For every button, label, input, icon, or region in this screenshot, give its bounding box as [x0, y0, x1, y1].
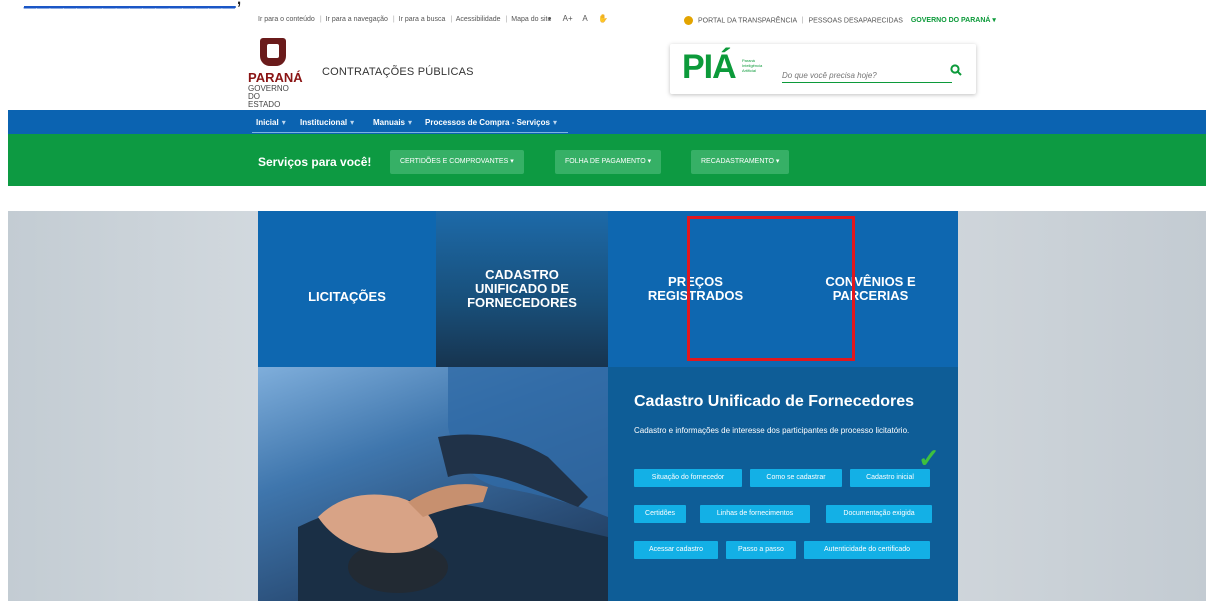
- accessibility-link[interactable]: Acessibilidade: [456, 16, 501, 23]
- tile-licitacoes[interactable]: LICITAÇÕES: [258, 211, 436, 375]
- tile-convenios-parcerias[interactable]: CONVÊNIOS E PARCERIAS: [783, 211, 958, 367]
- skip-to-content-link[interactable]: Ir para o conteúdo: [258, 16, 315, 23]
- logo-state: PARANÁ: [248, 70, 303, 85]
- pia-logo: PIÁ: [682, 48, 737, 86]
- certificates-button[interactable]: Certidões: [634, 505, 686, 523]
- font-default-button[interactable]: A: [582, 14, 587, 23]
- certificates-dropdown-button[interactable]: CERTIDÕES E COMPROVANTES ▾: [390, 150, 524, 174]
- nav-underline: [252, 132, 568, 133]
- required-documents-button[interactable]: Documentação exigida: [826, 505, 932, 523]
- contrast-icon[interactable]: ◐: [548, 14, 553, 23]
- accessibility-tools: ◐ A+ A ✋: [548, 14, 616, 23]
- document-fragment: ________________ ,: [0, 0, 1214, 10]
- skip-to-nav-link[interactable]: Ir para a navegação: [326, 16, 388, 23]
- coat-of-arms-icon: [260, 38, 286, 66]
- re-registration-dropdown-button[interactable]: RECADASTRAMENTO ▾: [691, 150, 790, 174]
- nav-item-processos[interactable]: Processos de Compra - Serviços ▾: [425, 118, 557, 127]
- hero-section: LICITAÇÕES CADASTRO UNIFICADO DE FORNECE…: [8, 211, 1206, 601]
- hand-on-mouse-photo: [258, 367, 608, 601]
- parana-logo[interactable]: PARANÁ GOVERNO DO ESTADO: [248, 38, 310, 109]
- font-increase-button[interactable]: A+: [563, 14, 573, 23]
- services-title: Serviços para você!: [258, 155, 372, 169]
- transparency-icon: [684, 16, 693, 25]
- search-input[interactable]: [782, 68, 952, 83]
- government-menu[interactable]: GOVERNO DO PARANÁ ▾: [911, 17, 996, 24]
- document-link[interactable]: ________________: [24, 0, 236, 10]
- nav-item-institucional[interactable]: Institucional ▾: [300, 118, 354, 127]
- search-icon[interactable]: [950, 64, 962, 76]
- supply-lines-button[interactable]: Linhas de fornecimentos: [700, 505, 810, 523]
- how-to-register-button[interactable]: Como se cadastrar: [750, 469, 842, 487]
- panel-description: Cadastro e informações de interesse dos …: [634, 426, 910, 435]
- photo-illustration: [298, 367, 608, 601]
- skip-to-search-link[interactable]: Ir para a busca: [399, 16, 446, 23]
- category-tiles: LICITAÇÕES CADASTRO UNIFICADO DE FORNECE…: [258, 211, 958, 370]
- nav-item-manuais[interactable]: Manuais ▾: [373, 118, 412, 127]
- utility-bar: Ir para o conteúdo | Ir para a navegação |…: [8, 10, 1206, 32]
- supplier-status-button[interactable]: Situação do fornecedor: [634, 469, 742, 487]
- services-bar: Serviços para você! CERTIDÕES E COMPROVA…: [8, 134, 1206, 186]
- sign-language-icon[interactable]: ✋: [598, 14, 608, 23]
- main-nav: Inicial ▾ Institucional ▾ Manuais ▾ Process…: [8, 110, 1206, 134]
- step-by-step-button[interactable]: Passo a passo: [726, 541, 796, 559]
- missing-persons-link[interactable]: PESSOAS DESAPARECIDAS: [809, 17, 903, 24]
- site-header: PARANÁ GOVERNO DO ESTADO CONTRATAÇÕES PÚ…: [8, 32, 1206, 110]
- logo-subtitle: GOVERNO DO ESTADO: [248, 84, 289, 109]
- cadastro-info-panel: Cadastro Unificado de Fornecedores Cadas…: [608, 367, 958, 601]
- accessibility-links: Ir para o conteúdo | Ir para a navegação |…: [258, 16, 552, 23]
- panel-title: Cadastro Unificado de Fornecedores: [634, 393, 915, 410]
- document-text: ,: [236, 0, 242, 10]
- pia-logo-subtitle: Paraná Inteligência Artificial: [742, 58, 763, 73]
- sitemap-link[interactable]: Mapa do site: [511, 16, 551, 23]
- search-box: PIÁ Paraná Inteligência Artificial: [670, 44, 976, 94]
- payroll-dropdown-button[interactable]: FOLHA DE PAGAMENTO ▾: [555, 150, 662, 174]
- top-right-links: PORTAL DA TRANSPARÊNCIA | PESSOAS DESAPA…: [684, 16, 996, 25]
- site-name: CONTRATAÇÕES PÚBLICAS: [322, 66, 474, 78]
- browser-page: Ir para o conteúdo | Ir para a navegação |…: [8, 10, 1206, 610]
- transparency-link[interactable]: PORTAL DA TRANSPARÊNCIA: [698, 17, 797, 24]
- tile-precos-registrados[interactable]: PREÇOS REGISTRADOS: [608, 211, 783, 367]
- tile-cadastro-unificado[interactable]: CADASTRO UNIFICADO DE FORNECEDORES: [436, 211, 608, 370]
- initial-registration-button[interactable]: Cadastro inicial: [850, 469, 930, 487]
- certificate-authenticity-button[interactable]: Autenticidade do certificado: [804, 541, 930, 559]
- nav-item-inicial[interactable]: Inicial ▾: [256, 118, 286, 127]
- access-registration-button[interactable]: Acessar cadastro: [634, 541, 718, 559]
